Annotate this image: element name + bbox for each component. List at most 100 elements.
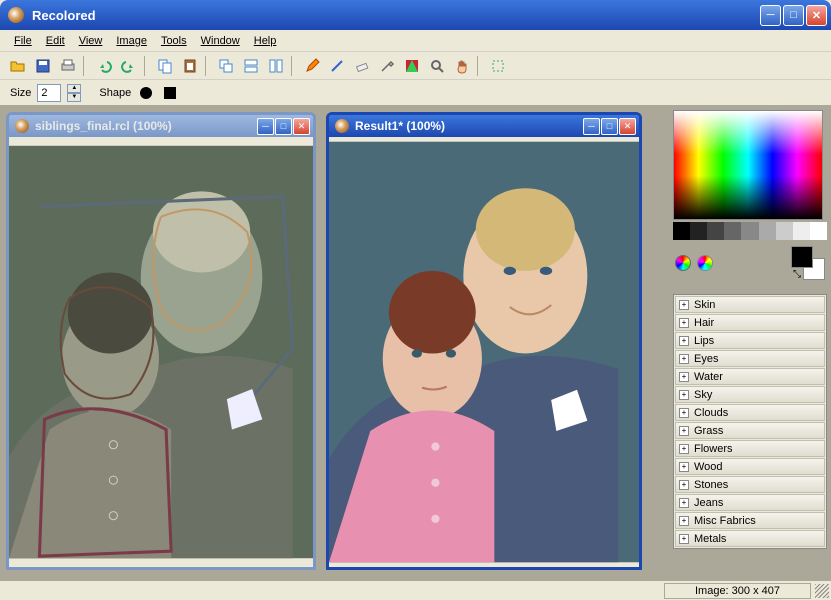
category-water[interactable]: + Water xyxy=(675,368,825,385)
expand-icon[interactable]: + xyxy=(679,480,689,490)
select-tool[interactable] xyxy=(486,54,510,78)
resize-grip-icon[interactable] xyxy=(815,584,829,598)
status-image-size: Image: 300 x 407 xyxy=(664,583,811,599)
swap-colors-icon[interactable]: ⤡ xyxy=(793,269,801,280)
copy-button[interactable] xyxy=(153,54,177,78)
options-bar: Size ▲ ▼ Shape xyxy=(0,80,831,106)
expand-icon[interactable]: + xyxy=(679,462,689,472)
open-button[interactable] xyxy=(6,54,30,78)
doc1-title: siblings_final.rcl (100%) xyxy=(35,119,257,133)
print-button[interactable] xyxy=(56,54,80,78)
menu-edit[interactable]: Edit xyxy=(40,33,71,49)
shape-round-button[interactable] xyxy=(140,87,152,99)
pan-tool[interactable] xyxy=(450,54,474,78)
expand-icon[interactable]: + xyxy=(679,390,689,400)
doc2-close-button[interactable]: ✕ xyxy=(619,118,636,135)
window-titlebar: Recolored ─ □ ✕ xyxy=(0,0,831,30)
category-misc-fabrics[interactable]: +Misc Fabrics xyxy=(675,512,825,529)
expand-icon[interactable]: + xyxy=(679,444,689,454)
category-flowers[interactable]: + Flowers xyxy=(675,440,825,457)
app-icon xyxy=(8,7,24,23)
colorize-button[interactable] xyxy=(400,54,424,78)
fg-bg-swatch[interactable]: ⤡ xyxy=(791,246,825,280)
category-clouds[interactable]: + Clouds xyxy=(675,404,825,421)
cascade-windows-button[interactable] xyxy=(214,54,238,78)
category-grass[interactable]: + Grass xyxy=(675,422,825,439)
doc1-titlebar[interactable]: siblings_final.rcl (100%) ─ □ ✕ xyxy=(9,115,313,137)
tile-vertical-button[interactable] xyxy=(264,54,288,78)
category-label: Eyes xyxy=(694,353,718,365)
paste-button[interactable] xyxy=(178,54,202,78)
size-spin-down[interactable]: ▼ xyxy=(67,93,81,102)
color-wheel-light-icon[interactable] xyxy=(697,255,713,271)
menu-image[interactable]: Image xyxy=(110,33,153,49)
menu-help[interactable]: Help xyxy=(248,33,283,49)
document-window-2[interactable]: Result1* (100%) ─ □ ✕ xyxy=(326,112,642,570)
eyedropper-tool[interactable] xyxy=(375,54,399,78)
minimize-button[interactable]: ─ xyxy=(760,5,781,26)
category-label: Flowers xyxy=(694,443,733,455)
maximize-button[interactable]: □ xyxy=(783,5,804,26)
doc1-maximize-button[interactable]: □ xyxy=(275,118,292,135)
expand-icon[interactable]: + xyxy=(679,534,689,544)
expand-icon[interactable]: + xyxy=(679,318,689,328)
category-label: Clouds xyxy=(694,407,728,419)
tile-horizontal-button[interactable] xyxy=(239,54,263,78)
expand-icon[interactable]: + xyxy=(679,498,689,508)
foreground-color-swatch[interactable] xyxy=(791,246,813,268)
doc1-close-button[interactable]: ✕ xyxy=(293,118,310,135)
menu-tools[interactable]: Tools xyxy=(155,33,193,49)
category-jeans[interactable]: +Jeans xyxy=(675,494,825,511)
zoom-tool[interactable] xyxy=(425,54,449,78)
close-button[interactable]: ✕ xyxy=(806,5,827,26)
document-window-1[interactable]: siblings_final.rcl (100%) ─ □ ✕ xyxy=(6,112,316,570)
menu-view[interactable]: View xyxy=(73,33,109,49)
doc2-titlebar[interactable]: Result1* (100%) ─ □ ✕ xyxy=(329,115,639,137)
pencil-tool[interactable] xyxy=(300,54,324,78)
category-skin[interactable]: + Skin xyxy=(675,296,825,313)
category-label: Lips xyxy=(694,335,714,347)
category-label: Metals xyxy=(694,533,726,545)
grayscale-ramp[interactable] xyxy=(673,222,827,240)
redo-button[interactable] xyxy=(117,54,141,78)
doc1-canvas[interactable] xyxy=(9,137,313,567)
category-lips[interactable]: + Lips xyxy=(675,332,825,349)
category-label: Grass xyxy=(694,425,723,437)
category-sky[interactable]: +Sky xyxy=(675,386,825,403)
category-label: Skin xyxy=(694,299,715,311)
app-title: Recolored xyxy=(32,8,760,23)
category-metals[interactable]: + Metals xyxy=(675,530,825,547)
doc-icon xyxy=(335,119,349,133)
expand-icon[interactable]: + xyxy=(679,300,689,310)
category-stones[interactable]: +Stones xyxy=(675,476,825,493)
size-spin-up[interactable]: ▲ xyxy=(67,84,81,93)
expand-icon[interactable]: + xyxy=(679,426,689,436)
undo-button[interactable] xyxy=(92,54,116,78)
category-eyes[interactable]: + Eyes xyxy=(675,350,825,367)
color-spectrum[interactable] xyxy=(673,110,823,220)
expand-icon[interactable]: + xyxy=(679,408,689,418)
save-button[interactable] xyxy=(31,54,55,78)
size-spinner[interactable]: ▲ ▼ xyxy=(67,84,81,102)
right-panel: ⤡ + Skin +Hair + Lips + Eyes + Water +Sky + C… xyxy=(673,110,827,549)
expand-icon[interactable]: + xyxy=(679,336,689,346)
size-label: Size xyxy=(10,87,31,99)
doc2-maximize-button[interactable]: □ xyxy=(601,118,618,135)
shape-square-button[interactable] xyxy=(164,87,176,99)
workspace: siblings_final.rcl (100%) ─ □ ✕ xyxy=(0,106,831,580)
color-wheel-icon[interactable] xyxy=(675,255,691,271)
expand-icon[interactable]: + xyxy=(679,516,689,526)
line-tool[interactable] xyxy=(325,54,349,78)
expand-icon[interactable]: + xyxy=(679,354,689,364)
doc2-minimize-button[interactable]: ─ xyxy=(583,118,600,135)
category-label: Water xyxy=(694,371,723,383)
menu-window[interactable]: Window xyxy=(195,33,246,49)
doc2-canvas[interactable] xyxy=(329,137,639,567)
size-input[interactable] xyxy=(37,84,61,102)
expand-icon[interactable]: + xyxy=(679,372,689,382)
category-wood[interactable]: +Wood xyxy=(675,458,825,475)
category-hair[interactable]: +Hair xyxy=(675,314,825,331)
doc1-minimize-button[interactable]: ─ xyxy=(257,118,274,135)
menu-file[interactable]: File xyxy=(8,33,38,49)
eraser-tool[interactable] xyxy=(350,54,374,78)
